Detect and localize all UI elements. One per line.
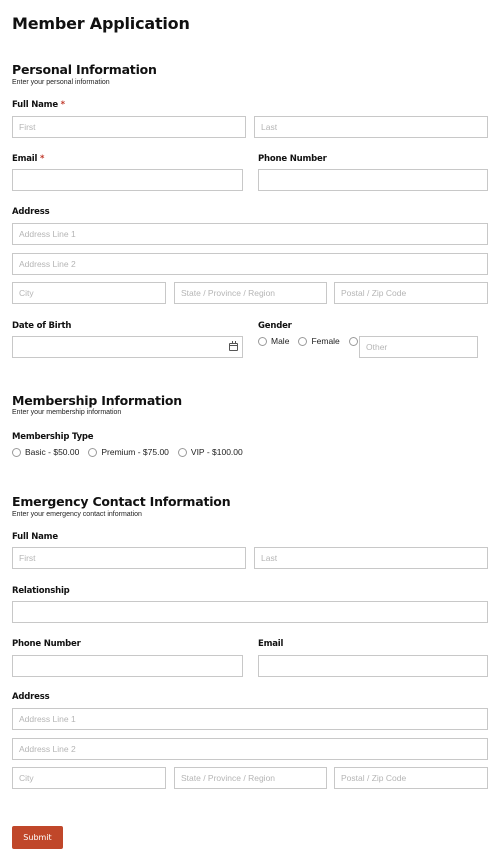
emergency-email-input[interactable] [258,655,488,677]
dob-input[interactable] [12,336,243,358]
emergency-email-label: Email [258,639,284,649]
full-name-label: Full Name * [12,100,65,110]
gender-option-label: Male [271,336,290,346]
address-label: Address [12,207,50,217]
gender-other-input[interactable] [359,336,478,358]
gender-option-male[interactable]: Male [258,336,289,346]
emergency-state-input[interactable] [174,767,327,789]
membership-option-label: Premium - $75.00 [101,447,169,457]
calendar-icon[interactable] [229,341,238,351]
membership-section-subtitle: Enter your membership information [12,409,122,416]
emergency-address-label: Address [12,692,50,702]
phone-label: Phone Number [258,154,327,164]
emergency-address-line2-input[interactable] [12,738,488,760]
phone-input[interactable] [258,169,488,191]
zip-input[interactable] [334,282,488,304]
gender-label: Gender [258,321,292,331]
emergency-address-line1-input[interactable] [12,708,488,730]
email-label: Email * [12,154,44,164]
personal-section-subtitle: Enter your personal information [12,79,110,86]
full-name-label-text: Full Name [12,100,58,110]
radio-button[interactable] [88,447,98,457]
gender-option-other-radio[interactable] [348,336,358,346]
membership-option-label: VIP - $100.00 [190,447,243,457]
first-name-input[interactable] [12,116,246,138]
radio-button[interactable] [298,336,308,346]
required-marker: * [40,154,45,164]
membership-option-basic[interactable]: Basic - $50.00 [12,447,79,457]
gender-option-label: Female [311,336,340,346]
emergency-section-title: Emergency Contact Information [12,494,231,509]
emergency-section-subtitle: Enter your emergency contact information [12,511,142,518]
emergency-city-input[interactable] [12,767,166,789]
membership-option-label: Basic - $50.00 [25,447,80,457]
required-marker: * [60,100,65,110]
emergency-first-name-input[interactable] [12,547,246,569]
radio-button[interactable] [258,336,267,346]
relationship-input[interactable] [12,601,488,623]
emergency-zip-input[interactable] [334,767,488,789]
email-label-text: Email [12,154,38,164]
relationship-label: Relationship [12,586,70,596]
gender-option-female[interactable]: Female [298,336,340,346]
last-name-input[interactable] [254,116,488,138]
state-input[interactable] [174,282,327,304]
city-input[interactable] [12,282,166,304]
membership-type-label: Membership Type [12,432,94,442]
membership-option-vip[interactable]: VIP - $100.00 [177,447,243,457]
email-input[interactable] [12,169,243,191]
membership-type-options: Basic - $50.00 Premium - $75.00 VIP - $1… [12,447,252,457]
personal-section-title: Personal Information [12,62,157,77]
membership-option-premium[interactable]: Premium - $75.00 [88,447,169,457]
emergency-phone-label: Phone Number [12,639,81,649]
address-line2-input[interactable] [12,253,488,275]
form-title: Member Application [12,14,190,33]
radio-button[interactable] [177,447,187,457]
emergency-last-name-input[interactable] [254,547,488,569]
emergency-phone-input[interactable] [12,655,243,677]
radio-button[interactable] [12,447,21,457]
emergency-full-name-label: Full Name [12,532,58,542]
gender-options: Male Female [258,336,362,346]
membership-section-title: Membership Information [12,393,183,408]
address-line1-input[interactable] [12,223,488,245]
dob-label: Date of Birth [12,321,72,331]
submit-button[interactable]: Submit [12,826,63,849]
